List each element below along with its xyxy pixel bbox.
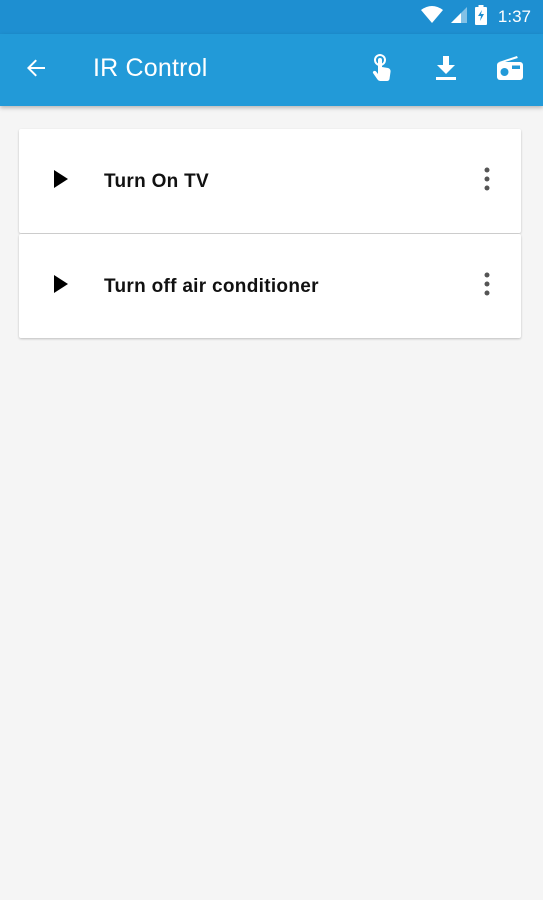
app-bar: IR Control (0, 34, 543, 106)
radio-icon (496, 55, 524, 85)
more-vert-icon (484, 167, 490, 196)
download-button[interactable] (424, 48, 468, 92)
command-card-turn-off-air-conditioner[interactable]: Turn off air conditioner (19, 234, 521, 338)
command-label: Turn On TV (104, 171, 210, 192)
radio-button[interactable] (488, 48, 532, 92)
touch-action-button[interactable] (360, 48, 404, 92)
status-time: 1:37 (497, 7, 531, 26)
arrow-back-icon (24, 56, 48, 85)
play-button[interactable] (41, 159, 81, 203)
more-options-button[interactable] (469, 264, 505, 308)
more-options-button[interactable] (469, 159, 505, 203)
play-icon (53, 169, 69, 193)
command-label: Turn off air conditioner (104, 276, 319, 297)
play-button[interactable] (41, 264, 81, 308)
more-vert-icon (484, 272, 490, 301)
touch-gesture-icon (369, 53, 395, 87)
cellular-signal-icon (450, 6, 468, 29)
back-button[interactable] (14, 48, 58, 92)
status-bar: 1:37 (0, 0, 543, 34)
wifi-icon (420, 5, 443, 29)
command-card-turn-on-tv[interactable]: Turn On TV (19, 129, 521, 233)
page-title: IR Control (93, 54, 208, 82)
download-icon (435, 55, 457, 85)
play-icon (53, 274, 69, 298)
battery-charging-icon (474, 4, 487, 30)
